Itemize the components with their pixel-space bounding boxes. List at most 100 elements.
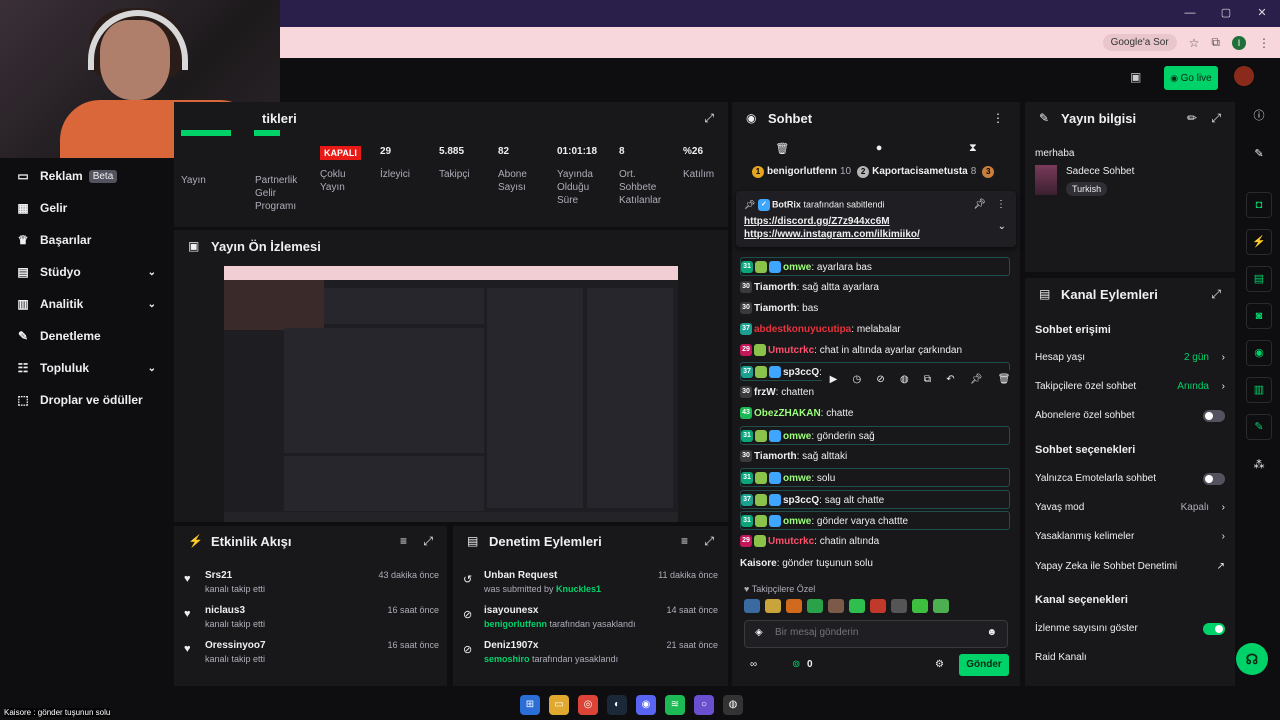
- pinned-link-instagram[interactable]: https://www.instagram.com/ilkimiiko/: [744, 229, 1008, 240]
- chat-message[interactable]: 29 Umutcrkc: chatin altında: [740, 532, 1010, 551]
- account-age-row[interactable]: Hesap yaşı 2 gün ›: [1035, 350, 1225, 366]
- unpin-icon[interactable]: 📌︎: [973, 199, 986, 210]
- pinned-link-discord[interactable]: https://discord.gg/Z7z944xc6M: [744, 216, 1008, 227]
- raid-row[interactable]: Raid Kanalı: [1035, 650, 1225, 666]
- popout-icon[interactable]: ⤢: [704, 111, 714, 126]
- filter-icon[interactable]: ≡: [681, 534, 688, 548]
- mod-desc-user[interactable]: semoshiro: [484, 654, 530, 664]
- edit-pencil-icon[interactable]: ✎: [1246, 142, 1272, 168]
- banned-words-row[interactable]: Yasaklanmış kelimeler ›: [1035, 529, 1225, 545]
- broadcast-icon[interactable]: ◉: [1246, 340, 1272, 366]
- chat-message[interactable]: 37 abdestkonuyucutipa: melabalar: [740, 320, 1010, 339]
- address-bar[interactable]: Google'a Sor ☆ ⧉ I ⋮: [280, 27, 1280, 58]
- emote-4[interactable]: [807, 599, 823, 613]
- chat-username[interactable]: omwe: [783, 262, 811, 273]
- follower-chat-row[interactable]: Takipçilere özel sohbet Anında ›: [1035, 379, 1225, 395]
- wrench-icon[interactable]: ✎: [1246, 414, 1272, 440]
- chat-message[interactable]: 30 Tiamorth: sağ alttaki: [740, 447, 1010, 466]
- chat-username[interactable]: Umutcrkc: [768, 345, 814, 356]
- chat-bubble-icon[interactable]: ●: [876, 142, 883, 155]
- emoji-icon[interactable]: ☻: [986, 627, 997, 638]
- chat-username[interactable]: omwe: [783, 516, 811, 527]
- feed-user[interactable]: niclaus3: [205, 605, 245, 616]
- nav-item-analitik[interactable]: ▥ Analitik ⌄: [0, 288, 170, 320]
- nav-item-droplar[interactable]: ⬚ Droplar ve ödüller: [0, 384, 170, 416]
- emote-1[interactable]: [744, 599, 760, 613]
- delete-icon[interactable]: 🗑︎: [998, 370, 1011, 390]
- chat-message[interactable]: 29 Umutcrkc: chat in altında ayarlar çark…: [740, 341, 1010, 360]
- chat-bubble-icon[interactable]: ◙: [1246, 303, 1272, 329]
- feed-user[interactable]: Srs21: [205, 570, 232, 581]
- discord-icon[interactable]: ◉: [636, 695, 656, 715]
- chat-username[interactable]: Tiamorth: [754, 282, 797, 293]
- emote-8[interactable]: [891, 599, 907, 613]
- leader-item[interactable]: 3: [982, 166, 997, 178]
- app-icon[interactable]: ○: [694, 695, 714, 715]
- popout-icon[interactable]: ⤢: [423, 534, 433, 549]
- chat-message[interactable]: 37 sp3ccQ: sag alt chatte: [740, 490, 1010, 509]
- add-widget-icon[interactable]: ⁂: [1246, 453, 1272, 479]
- steam-icon[interactable]: ◐: [607, 695, 627, 715]
- mod-desc-user[interactable]: Knuckles1: [556, 584, 601, 594]
- obs-icon[interactable]: ◍: [723, 695, 743, 715]
- nav-item-studyo[interactable]: ▤ Stüdyo ⌄: [0, 256, 170, 288]
- chat-message[interactable]: 31 omwe: solu: [740, 468, 1010, 487]
- mod-title[interactable]: Deniz1907x: [484, 640, 538, 651]
- hourglass-icon[interactable]: ⧗: [969, 142, 977, 155]
- info-icon[interactable]: ⓘ: [1246, 104, 1272, 130]
- user-avatar[interactable]: [1234, 66, 1254, 86]
- chat-username[interactable]: Umutcrkc: [768, 536, 814, 547]
- chat-username[interactable]: Kaisore: [740, 558, 777, 569]
- feed-user[interactable]: Oressinyoo7: [205, 640, 266, 651]
- chat-username[interactable]: ObezZHAKAN: [754, 408, 821, 419]
- browser-menu-icon[interactable]: ⋮: [1258, 36, 1270, 50]
- nav-item-denetleme[interactable]: ✎ Denetleme: [0, 320, 170, 352]
- leader-item[interactable]: 1 benigorlutfenn 10: [752, 166, 851, 178]
- bookmark-star-icon[interactable]: ☆: [1189, 36, 1200, 50]
- chat-username[interactable]: omwe: [783, 473, 811, 484]
- ask-google-button[interactable]: Google'a Sor: [1102, 34, 1177, 51]
- chat-message-input[interactable]: [775, 627, 975, 638]
- show-viewers-toggle[interactable]: [1203, 623, 1225, 635]
- chat-username[interactable]: abdestkonuyucutipa: [754, 324, 851, 335]
- nav-item-basarilar[interactable]: ♛ Başarılar: [0, 224, 170, 256]
- lightning-icon[interactable]: ⚡: [1246, 229, 1272, 255]
- ban-icon[interactable]: ⊘: [876, 370, 884, 390]
- windows-start-icon[interactable]: ⊞: [520, 695, 540, 715]
- file-explorer-icon[interactable]: ▭: [549, 695, 569, 715]
- filter-icon[interactable]: ≡: [400, 534, 407, 548]
- stream-category[interactable]: Sadece Sohbet: [1066, 166, 1134, 177]
- mod-title[interactable]: isayounesx: [484, 605, 538, 616]
- emote-9[interactable]: [912, 599, 928, 613]
- document-icon[interactable]: ▤: [1246, 266, 1272, 292]
- chat-message[interactable]: 30 Tiamorth: bas: [740, 299, 1010, 318]
- go-live-button[interactable]: ◉ Go live: [1164, 66, 1218, 90]
- stream-tag[interactable]: Turkish: [1066, 182, 1108, 196]
- chat-username[interactable]: frzW: [754, 387, 776, 398]
- chrome-icon[interactable]: ◎: [578, 695, 598, 715]
- undo-icon[interactable]: ↶: [946, 370, 954, 390]
- reply-icon[interactable]: ◍: [900, 370, 909, 390]
- nav-item-gelir[interactable]: ▦ Gelir: [0, 192, 170, 224]
- popout-icon[interactable]: ⤢: [1211, 111, 1221, 126]
- minimize-button[interactable]: —: [1172, 0, 1208, 27]
- pinned-by[interactable]: BotRix: [772, 199, 801, 209]
- trash-icon[interactable]: 🗑︎: [775, 142, 789, 155]
- more-options-icon[interactable]: ⋮: [992, 111, 1004, 125]
- send-button[interactable]: Gönder: [959, 654, 1009, 676]
- chat-message[interactable]: 31 omwe: gönderin sağ: [740, 426, 1010, 445]
- copy-icon[interactable]: ⧉: [924, 370, 931, 390]
- chat-username[interactable]: sp3ccQ: [783, 367, 819, 378]
- leader-item[interactable]: 2 Kaportacisametusta 8: [857, 166, 976, 178]
- play-icon[interactable]: ▶: [830, 370, 838, 390]
- sub-chat-toggle[interactable]: [1203, 410, 1225, 422]
- extensions-icon[interactable]: ⧉: [1211, 35, 1220, 50]
- chat-username[interactable]: sp3ccQ: [783, 495, 819, 506]
- help-headset-button[interactable]: ☊: [1236, 643, 1268, 675]
- chat-message[interactable]: 30 Tiamorth: sağ altta ayarlara: [740, 278, 1010, 297]
- slow-mode-row[interactable]: Yavaş mod Kapalı ›: [1035, 500, 1225, 516]
- infinity-icon[interactable]: ∞: [750, 659, 757, 670]
- chat-input-box[interactable]: ◈ ☻: [744, 620, 1008, 648]
- chat-username[interactable]: Tiamorth: [754, 451, 797, 462]
- ai-moderation-row[interactable]: Yapay Zeka ile Sohbet Denetimi ↗: [1035, 559, 1225, 575]
